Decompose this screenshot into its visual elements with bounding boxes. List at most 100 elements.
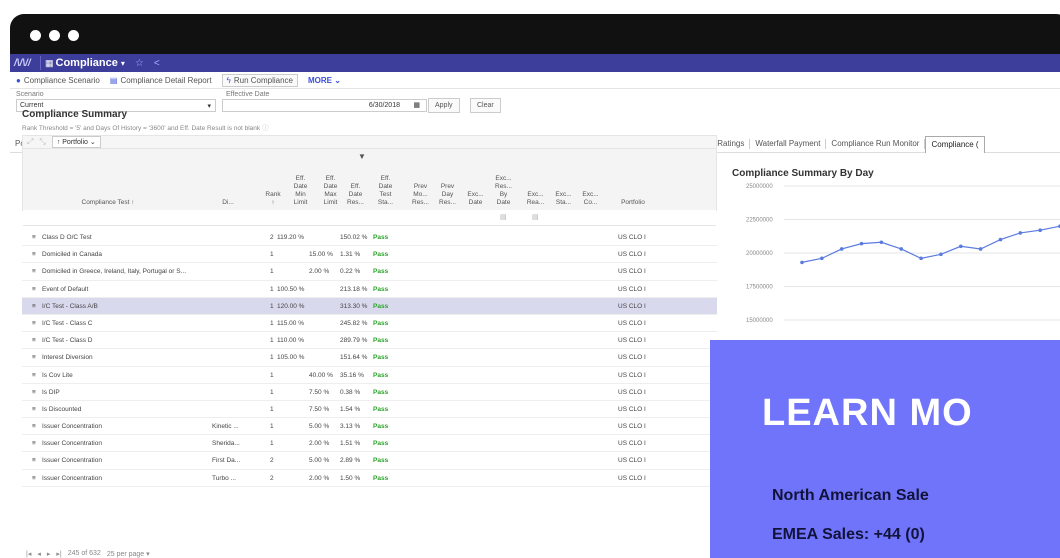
expand-icon[interactable]: ⤢	[27, 137, 33, 147]
rank-cell: 1	[270, 354, 274, 362]
table-row[interactable]: ≡ Issuer Concentration First Da... 2 5.00 % 2…	[22, 452, 717, 470]
drag-handle-icon[interactable]: ≡	[32, 251, 36, 258]
tab-compliance-run-monitor[interactable]: Compliance Run Monitor	[826, 139, 926, 149]
portfolio-cell: US CLO I	[618, 371, 646, 379]
panel-title: Compliance Summary	[22, 109, 128, 120]
tab-compliance[interactable]: Compliance (	[925, 135, 985, 153]
column-header[interactable]: Di...	[218, 199, 238, 207]
column-header[interactable]: Exc... Res... By Date	[491, 175, 516, 207]
drag-handle-icon[interactable]: ≡	[32, 234, 36, 241]
last-page-icon[interactable]: ▸|	[56, 550, 61, 558]
app-title[interactable]: Compliance	[56, 57, 118, 69]
status-cell: Pass	[373, 285, 389, 293]
table-row[interactable]: ≡ Issuer Concentration Sherida... 1 2.00 % 1.…	[22, 435, 717, 453]
share-icon[interactable]: <	[154, 58, 160, 69]
drag-handle-icon[interactable]: ≡	[32, 406, 36, 413]
table-row[interactable]: ≡ Issuer Concentration Turbo ... 2 2.00 % 1.5…	[22, 470, 717, 487]
compliance-test-cell: Issuer Concentration	[42, 457, 102, 465]
detail-report-button[interactable]: ▤ Compliance Detail Report	[110, 76, 212, 85]
calendar-icon[interactable]: ▦	[413, 101, 420, 109]
data-point[interactable]	[919, 256, 923, 261]
next-page-icon[interactable]: ▸	[47, 550, 51, 558]
y-tick-label: 25000000	[746, 184, 773, 190]
column-header[interactable]: Rank ↑	[263, 191, 283, 207]
drag-handle-icon[interactable]: ≡	[32, 320, 36, 327]
table-row[interactable]: ≡ Is Discounted 1 7.50 % 1.54 % Pass US CLO I	[22, 401, 717, 419]
prev-page-icon[interactable]: ◂	[37, 550, 41, 558]
compliance-scenario-button[interactable]: ● Compliance Scenario	[16, 76, 100, 85]
column-header[interactable]: Exc... Sta...	[551, 191, 576, 207]
table-row[interactable]: ≡ Is Cov Lite 1 40.00 % 35.16 % Pass US CLO I	[22, 367, 717, 384]
window-dot-minimize[interactable]	[49, 30, 60, 41]
first-page-icon[interactable]: |◂	[26, 550, 31, 558]
filter-icon[interactable]: ▼	[358, 152, 366, 161]
data-point[interactable]	[958, 244, 963, 249]
column-header[interactable]: Eff. Date Min Limit	[288, 175, 313, 207]
table-row[interactable]: ≡ Domiciled in Canada 1 15.00 % 1.31 % Pass US…	[22, 246, 717, 264]
filter-icon[interactable]: ▤	[500, 213, 507, 221]
table-row[interactable]: ≡ Interest Diversion 1 105.00 % 151.64 % Pass…	[22, 349, 717, 367]
window-dot-maximize[interactable]	[68, 30, 79, 41]
chevron-down-icon[interactable]: ▾	[121, 59, 125, 68]
data-point[interactable]	[1038, 228, 1042, 233]
window-dot-close[interactable]	[30, 30, 41, 41]
compliance-test-cell: I/C Test - Class A/B	[42, 302, 98, 310]
column-header[interactable]: Prev Day Res...	[435, 183, 460, 207]
table-row[interactable]: ≡ Is DIP 1 7.50 % 0.38 % Pass US CLO I	[22, 384, 717, 401]
filter-description-text: Rank Threshold = '5' and Days Of History…	[22, 125, 261, 132]
min-limit-cell: 120.00 %	[277, 302, 305, 310]
table-row[interactable]: ≡ I/C Test - Class D 1 110.00 % 289.79 % Pass…	[22, 332, 717, 350]
banner-headline[interactable]: LEARN MO	[762, 392, 973, 435]
table-row[interactable]: ≡ Class D O/C Test 2 119.20 % 150.02 % Pass US…	[22, 229, 717, 247]
data-point[interactable]	[1018, 231, 1023, 235]
data-point[interactable]	[978, 247, 983, 251]
drag-handle-icon[interactable]: ≡	[32, 303, 36, 310]
column-header[interactable]: Exc... Date	[463, 191, 488, 207]
data-point[interactable]	[839, 247, 844, 251]
column-header[interactable]: Eff. Date Max Limit	[318, 175, 343, 207]
star-icon[interactable]: ☆	[135, 58, 144, 69]
group-by-portfolio-button[interactable]: ↑ Portfolio ⌄	[51, 136, 101, 148]
effective-date-label: Effective Date	[226, 91, 270, 98]
data-point[interactable]	[998, 237, 1003, 242]
table-row[interactable]: ≡ Event of Default 1 100.50 % 213.18 % Pass US…	[22, 281, 717, 298]
drag-handle-icon[interactable]: ≡	[32, 268, 36, 275]
run-compliance-button[interactable]: ϟ Run Compliance	[221, 73, 298, 87]
table-row[interactable]: ≡ Domiciled in Greece, Ireland, Italy, Po…	[22, 263, 717, 281]
portfolio-cell: US CLO I	[618, 405, 646, 413]
drag-handle-icon[interactable]: ≡	[32, 337, 36, 344]
drag-handle-icon[interactable]: ≡	[32, 389, 36, 396]
column-header[interactable]: Eff. Date Res...	[343, 183, 368, 207]
data-point[interactable]	[820, 256, 824, 261]
tab-waterfall-payment[interactable]: Waterfall Payment	[750, 139, 827, 149]
drag-handle-icon[interactable]: ≡	[32, 440, 36, 447]
data-point[interactable]	[939, 252, 943, 257]
column-header[interactable]: Exc... Co...	[578, 191, 603, 207]
status-cell: Pass	[373, 319, 389, 327]
data-point[interactable]	[899, 247, 904, 251]
drag-handle-icon[interactable]: ≡	[32, 372, 36, 379]
collapse-icon[interactable]: ⤡	[39, 137, 45, 147]
table-row[interactable]: ≡ Issuer Concentration Kinetic ... 1 5.00 % 3…	[22, 418, 717, 436]
portfolio-cell: US CLO I	[618, 234, 646, 241]
more-menu-button[interactable]: MORE ⌄	[308, 76, 341, 85]
drag-handle-icon[interactable]: ≡	[32, 286, 36, 293]
column-header[interactable]: Exc... Rea...	[523, 191, 548, 207]
column-header[interactable]: Prev Mo... Res...	[408, 183, 433, 207]
rank-cell: 2	[270, 474, 274, 482]
drag-handle-icon[interactable]: ≡	[32, 354, 36, 361]
data-point[interactable]	[800, 260, 804, 265]
data-point[interactable]	[859, 241, 864, 246]
drag-handle-icon[interactable]: ≡	[32, 457, 36, 464]
column-header[interactable]: Compliance Test ↑	[68, 199, 148, 207]
data-point[interactable]	[879, 240, 884, 245]
column-header[interactable]: Eff. Date Test Sta...	[373, 175, 398, 207]
filter-icon[interactable]: ▤	[532, 213, 539, 221]
table-row[interactable]: ≡ I/C Test - Class C 1 115.00 % 245.82 % Pass…	[22, 315, 717, 333]
table-row[interactable]: ≡ I/C Test - Class A/B 1 120.00 % 313.30 % Pa…	[22, 297, 717, 315]
drag-handle-icon[interactable]: ≡	[32, 475, 36, 482]
drag-handle-icon[interactable]: ≡	[32, 423, 36, 430]
column-header[interactable]: Portfolio	[613, 199, 653, 207]
max-limit-cell: 5.00 %	[309, 423, 330, 431]
per-page-select[interactable]: 25 per page ▾	[107, 550, 150, 558]
